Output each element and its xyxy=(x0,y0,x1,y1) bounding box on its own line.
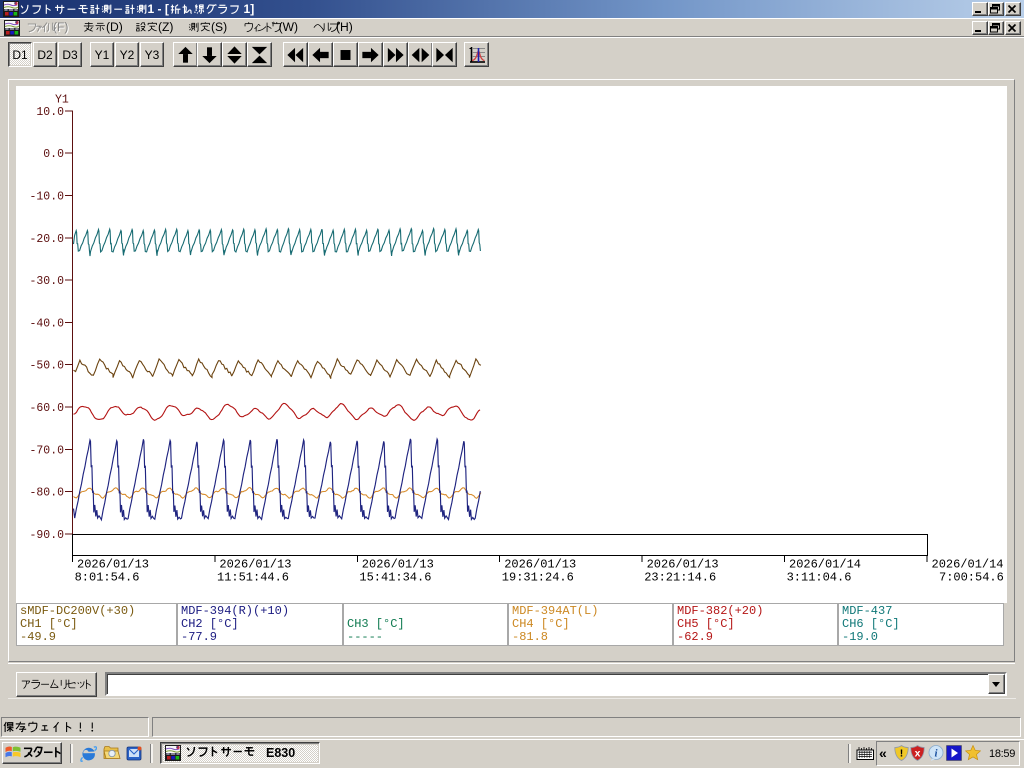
svg-text:-70.0: -70.0 xyxy=(29,444,64,457)
svg-text:1 - [: 1 - [ xyxy=(148,3,169,16)
svg-text:2026/01/14: 2026/01/14 xyxy=(932,558,1004,572)
svg-text:-80.0: -80.0 xyxy=(29,487,64,500)
svg-text:2026/01/13: 2026/01/13 xyxy=(504,558,576,572)
svg-text:(Z): (Z) xyxy=(158,20,173,34)
svg-text:2026/01/13: 2026/01/13 xyxy=(362,558,434,572)
svg-text:10.0: 10.0 xyxy=(36,106,64,119)
svg-text:1]: 1] xyxy=(240,3,254,16)
svg-text:-30.0: -30.0 xyxy=(29,275,64,288)
svg-text:2026/01/13: 2026/01/13 xyxy=(77,558,149,572)
svg-text:x: x xyxy=(915,748,921,760)
svg-text:0.0: 0.0 xyxy=(43,148,64,161)
svg-text:!: ! xyxy=(900,748,904,760)
svg-text:-50.0: -50.0 xyxy=(29,360,64,373)
svg-text:(H): (H) xyxy=(336,20,353,34)
svg-text:3:11:04.6: 3:11:04.6 xyxy=(787,571,852,585)
svg-text:(D): (D) xyxy=(106,20,123,34)
svg-text:2026/01/13: 2026/01/13 xyxy=(219,558,291,572)
svg-text:15:41:34.6: 15:41:34.6 xyxy=(359,571,431,585)
svg-text:(S): (S) xyxy=(211,20,227,34)
svg-text:8:01:54.6: 8:01:54.6 xyxy=(75,571,140,585)
svg-text:19:31:24.6: 19:31:24.6 xyxy=(502,571,574,585)
svg-text:2026/01/14: 2026/01/14 xyxy=(789,558,861,572)
svg-text:-10.0: -10.0 xyxy=(29,190,64,203)
svg-text:2026/01/13: 2026/01/13 xyxy=(647,558,719,572)
svg-text:-90.0: -90.0 xyxy=(29,529,64,542)
svg-text:-40.0: -40.0 xyxy=(29,317,64,330)
svg-text:23:21:14.6: 23:21:14.6 xyxy=(644,571,716,585)
svg-text:-60.0: -60.0 xyxy=(29,402,64,415)
svg-text:E830: E830 xyxy=(266,746,295,760)
svg-text:(W): (W) xyxy=(279,20,298,34)
svg-text:Y1: Y1 xyxy=(55,94,69,107)
svg-text:-20.0: -20.0 xyxy=(29,233,64,246)
svg-text:11:51:44.6: 11:51:44.6 xyxy=(217,571,289,585)
svg-text:(F): (F) xyxy=(53,20,68,34)
svg-text:7:00:54.6: 7:00:54.6 xyxy=(939,571,1004,585)
